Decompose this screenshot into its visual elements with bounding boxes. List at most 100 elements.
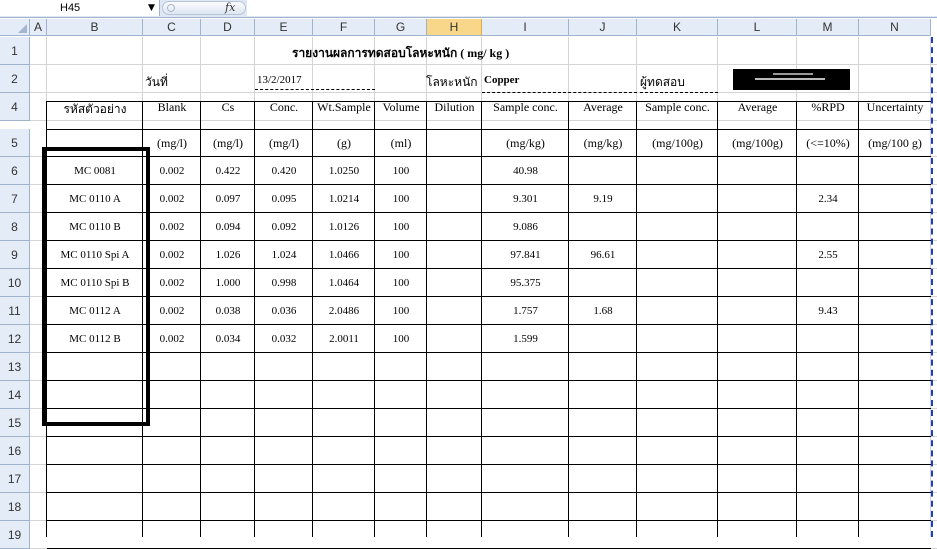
table-border [47, 101, 931, 102]
table-border [200, 101, 201, 537]
table-border [47, 296, 931, 297]
table-border [47, 156, 931, 157]
table-border [47, 240, 931, 241]
redacted-signature [733, 69, 850, 90]
table-cell[interactable]: 100 [341, 277, 461, 289]
date-label: วันที่ [145, 75, 168, 89]
table-header-cell: Uncertainty [866, 100, 924, 114]
table-unit-cell: (mg/100 g) [868, 136, 922, 150]
column-header-e[interactable]: E [255, 19, 313, 36]
underline-dashed [482, 92, 637, 93]
row-header[interactable]: 11 [0, 297, 30, 325]
table-cell[interactable]: 9.43 [768, 305, 888, 317]
table-border [796, 101, 797, 537]
table-border [47, 408, 931, 409]
table-cell[interactable]: 1.68 [543, 305, 663, 317]
row-header[interactable]: 14 [0, 381, 30, 409]
row-header[interactable]: 6 [0, 157, 30, 185]
report-title: รายงานผลการทดสอบโลหะหนัก ( mg/ kg ) [292, 46, 510, 60]
table-unit-cell: (ml) [390, 136, 412, 150]
metal-value[interactable]: Copper [484, 74, 519, 86]
metal-label: โลหะหนัก [426, 75, 478, 89]
date-value[interactable]: 13/2/2017 [257, 74, 302, 86]
table-cell[interactable]: 9.19 [543, 193, 663, 205]
select-all-corner[interactable] [0, 19, 30, 36]
sample-id-highlight-box [42, 147, 150, 426]
table-cell[interactable]: 100 [341, 221, 461, 233]
column-header-b[interactable]: B [47, 19, 143, 36]
column-header-l[interactable]: L [718, 19, 797, 36]
insert-function-icon[interactable]: fx [225, 1, 235, 14]
table-border [47, 492, 931, 493]
table-border [426, 101, 427, 537]
row-header[interactable]: 10 [0, 269, 30, 297]
column-header-c[interactable]: C [143, 19, 201, 36]
table-cell[interactable]: 100 [341, 305, 461, 317]
table-border [46, 101, 47, 537]
table-border [47, 268, 931, 269]
table-cell[interactable]: 100 [341, 333, 461, 345]
name-box[interactable]: H45 [0, 0, 160, 16]
table-border [47, 380, 931, 381]
table-cell[interactable]: 2.55 [768, 249, 888, 261]
row-header[interactable]: 18 [0, 493, 30, 521]
table-cell[interactable]: 96.61 [543, 249, 663, 261]
row-header[interactable]: 2 [0, 65, 30, 93]
row-header[interactable]: 12 [0, 325, 30, 353]
table-border [47, 324, 931, 325]
column-header-k[interactable]: K [637, 19, 718, 36]
table-border [717, 101, 718, 537]
row-header[interactable]: 15 [0, 409, 30, 437]
select-all-icon [18, 24, 27, 33]
row-header[interactable]: 8 [0, 213, 30, 241]
name-box-value: H45 [60, 2, 81, 14]
row-header[interactable]: 1 [0, 37, 30, 65]
formula-toggle-icon [167, 4, 175, 12]
table-border [858, 101, 859, 537]
column-header-n[interactable]: N [859, 19, 931, 36]
row-header[interactable]: 17 [0, 465, 30, 493]
table-border [254, 101, 255, 537]
table-border [374, 101, 375, 537]
table-cell[interactable]: 100 [341, 165, 461, 177]
table-border [47, 436, 931, 437]
row-header[interactable]: 4 [0, 93, 30, 121]
table-border [47, 464, 931, 465]
underline-dashed [255, 89, 375, 90]
column-header-j[interactable]: J [569, 19, 637, 36]
table-border [47, 184, 931, 185]
name-box-dropdown-icon[interactable]: ▼ [148, 0, 155, 16]
grid-row-line [30, 64, 937, 65]
column-header-m[interactable]: M [797, 19, 859, 36]
table-cell[interactable]: 2.34 [768, 193, 888, 205]
table-border [481, 101, 482, 537]
table-cell[interactable]: 100 [341, 249, 461, 261]
table-cell[interactable]: 100 [341, 193, 461, 205]
page-break-line [931, 37, 933, 537]
column-header-a[interactable]: A [30, 19, 47, 36]
row-header[interactable]: 19 [0, 521, 30, 549]
tester-label: ผู้ทดสอบ [640, 75, 685, 89]
table-border [47, 520, 931, 521]
column-header-i[interactable]: I [482, 19, 569, 36]
row-header[interactable]: 16 [0, 437, 30, 465]
column-header-f[interactable]: F [313, 19, 375, 36]
formula-input[interactable] [247, 0, 937, 16]
formula-bar: H45 ▼ fx [0, 0, 937, 18]
row-header[interactable]: 7 [0, 185, 30, 213]
table-border [568, 101, 569, 537]
underline-dashed [640, 92, 718, 93]
formula-bar-splitter[interactable]: fx [162, 1, 246, 15]
table-border [312, 101, 313, 537]
table-border [47, 352, 931, 353]
row-header[interactable]: 9 [0, 241, 30, 269]
table-border [636, 101, 637, 537]
table-border [47, 212, 931, 213]
row-header[interactable]: 13 [0, 353, 30, 381]
grid-row-line [30, 120, 937, 121]
column-header-h[interactable]: H [427, 19, 482, 36]
table-border [47, 129, 931, 130]
row-header[interactable]: 5 [0, 129, 30, 157]
column-header-g[interactable]: G [375, 19, 427, 36]
column-header-d[interactable]: D [201, 19, 255, 36]
